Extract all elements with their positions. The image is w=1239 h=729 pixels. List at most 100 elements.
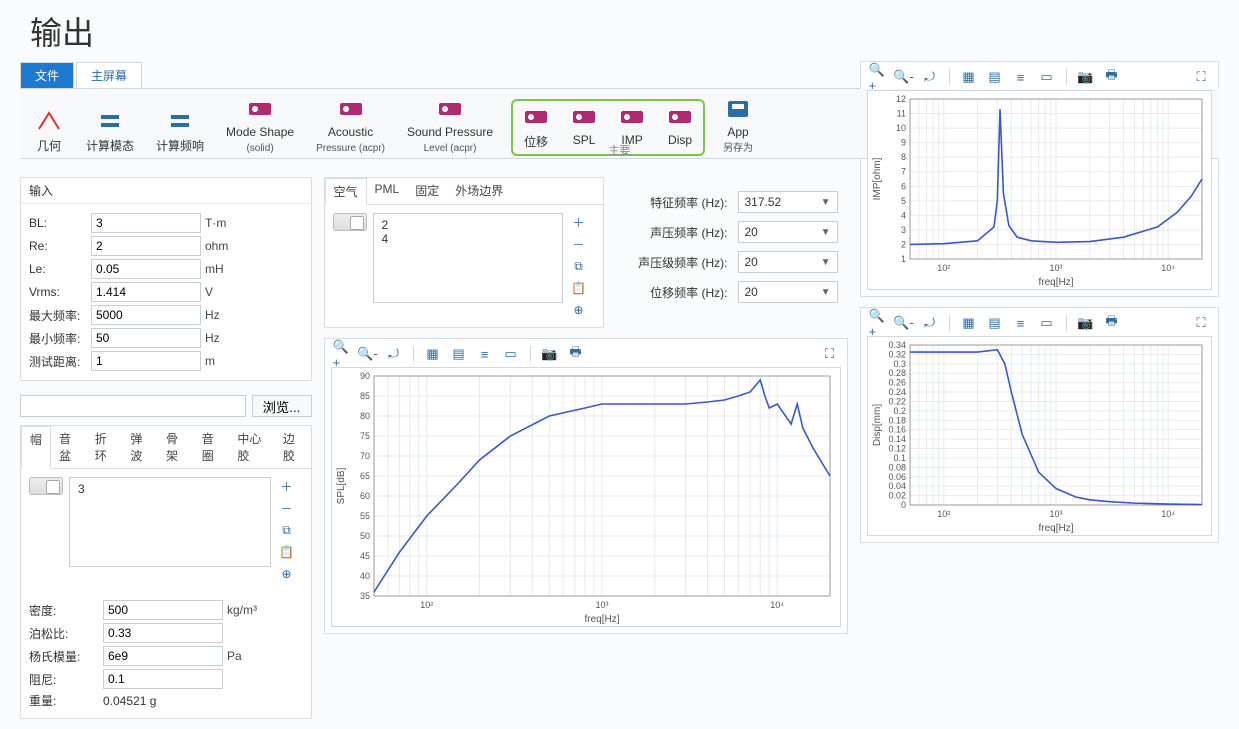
svg-text:2: 2 (900, 239, 905, 249)
input-panel-title: 输入 (21, 178, 311, 204)
input-unit: T·m (205, 216, 245, 230)
svg-text:10³: 10³ (595, 600, 608, 610)
svg-text:1: 1 (900, 254, 905, 264)
svg-text:Disp[mm]: Disp[mm] (872, 404, 883, 446)
copy-icon[interactable]: ⧉ (569, 257, 589, 275)
input-field[interactable] (91, 259, 201, 279)
material-tab[interactable]: 骨架 (158, 426, 194, 468)
tab-home[interactable]: 主屏幕 (76, 62, 142, 88)
prop-field[interactable] (103, 646, 223, 666)
input-field[interactable] (91, 351, 201, 371)
domain-tab[interactable]: 固定 (407, 178, 447, 204)
material-tab[interactable]: 中心胶 (229, 426, 274, 468)
input-row: Le: mH (29, 259, 303, 279)
freq-dropdown[interactable]: 317.52 ▼ (738, 191, 838, 213)
input-field[interactable] (91, 328, 201, 348)
browse-path-input[interactable] (20, 395, 246, 417)
input-row: Vrms: V (29, 282, 303, 302)
chart-view-icon[interactable]: ▤ (986, 68, 1004, 86)
remove-icon[interactable]: － (569, 235, 589, 253)
expand-icon[interactable]: ⛶ (821, 345, 839, 363)
add-icon[interactable]: ＋ (569, 213, 589, 231)
material-selection-list[interactable]: 3 (69, 477, 271, 567)
zoom-reset-icon[interactable]: ⤾ (921, 314, 939, 332)
material-tab[interactable]: 帽 (21, 426, 51, 469)
expand-icon[interactable]: ⛶ (1192, 314, 1210, 332)
svg-text:0.22: 0.22 (888, 396, 906, 406)
print-icon[interactable]: 🖶 (1103, 68, 1121, 86)
camera-icon[interactable]: 📷 (1077, 68, 1095, 86)
disp-plot-panel: 🔍+🔍-⤾▦▤≡▭📷🖶⛶ 00.020.040.060.080.10.120.1… (860, 307, 1220, 543)
list-item[interactable]: 2 (382, 218, 554, 232)
table-view-icon[interactable]: ▭ (502, 345, 520, 363)
material-tab[interactable]: 弹波 (122, 426, 158, 468)
zoom-in-icon[interactable]: 🔍+ (869, 314, 887, 332)
svg-text:0.32: 0.32 (888, 349, 906, 359)
list-view-icon[interactable]: ≡ (476, 345, 494, 363)
freq-value: 317.52 (745, 195, 782, 209)
zoom-out-icon[interactable]: 🔍- (895, 314, 913, 332)
svg-text:0.24: 0.24 (888, 387, 906, 397)
zoom-out-icon[interactable]: 🔍- (895, 68, 913, 86)
table-view-icon[interactable]: ▭ (1038, 314, 1056, 332)
freq-dropdown[interactable]: 20 ▼ (738, 281, 838, 303)
input-field[interactable] (91, 305, 201, 325)
zoom-reset-icon[interactable]: ⤾ (921, 68, 939, 86)
svg-text:4: 4 (900, 210, 905, 220)
remove-icon[interactable]: － (277, 499, 297, 517)
prop-field[interactable] (103, 623, 223, 643)
print-icon[interactable]: 🖶 (567, 345, 585, 363)
input-field[interactable] (91, 213, 201, 233)
prop-field[interactable] (103, 600, 223, 620)
chart-view-icon[interactable]: ▤ (450, 345, 468, 363)
expand-icon[interactable]: ⛶ (1192, 68, 1210, 86)
material-tab[interactable]: 边胶 (275, 426, 311, 468)
input-field[interactable] (91, 282, 201, 302)
freq-dropdown[interactable]: 20 ▼ (738, 251, 838, 273)
grid-view-icon[interactable]: ▦ (960, 314, 978, 332)
zoom-in-icon[interactable]: 🔍+ (869, 68, 887, 86)
camera-icon[interactable]: 📷 (1077, 314, 1095, 332)
svg-text:10: 10 (895, 123, 905, 133)
domain-tab[interactable]: PML (367, 178, 408, 204)
list-view-icon[interactable]: ≡ (1012, 68, 1030, 86)
svg-text:0.06: 0.06 (888, 472, 906, 482)
add-icon[interactable]: ＋ (277, 477, 297, 495)
input-field[interactable] (91, 236, 201, 256)
grid-view-icon[interactable]: ▦ (424, 345, 442, 363)
target-icon[interactable]: ⊕ (277, 565, 297, 583)
target-icon[interactable]: ⊕ (569, 301, 589, 319)
freq-dropdown[interactable]: 20 ▼ (738, 221, 838, 243)
result-icon (435, 97, 465, 121)
paste-icon[interactable]: 📋 (277, 543, 297, 561)
toggle-icon[interactable] (29, 477, 63, 495)
material-tab[interactable]: 折环 (87, 426, 123, 468)
zoom-reset-icon[interactable]: ⤾ (385, 345, 403, 363)
table-view-icon[interactable]: ▭ (1038, 68, 1056, 86)
domain-tab[interactable]: 外场边界 (447, 178, 511, 204)
list-view-icon[interactable]: ≡ (1012, 314, 1030, 332)
zoom-out-icon[interactable]: 🔍- (359, 345, 377, 363)
grid-view-icon[interactable]: ▦ (960, 68, 978, 86)
domain-selection-list[interactable]: 24 (373, 213, 563, 303)
camera-icon[interactable]: 📷 (541, 345, 559, 363)
svg-text:0.14: 0.14 (888, 434, 906, 444)
svg-text:3: 3 (900, 225, 905, 235)
svg-text:0.18: 0.18 (888, 415, 906, 425)
prop-field[interactable] (103, 669, 223, 689)
material-tab[interactable]: 音盆 (51, 426, 87, 468)
domain-tab[interactable]: 空气 (325, 178, 367, 205)
paste-icon[interactable]: 📋 (569, 279, 589, 297)
print-icon[interactable]: 🖶 (1103, 314, 1121, 332)
browse-button[interactable]: 浏览... (252, 395, 312, 417)
chart-view-icon[interactable]: ▤ (986, 314, 1004, 332)
copy-icon[interactable]: ⧉ (277, 521, 297, 539)
tab-file[interactable]: 文件 (20, 62, 74, 88)
material-tab[interactable]: 音圈 (194, 426, 230, 468)
zoom-in-icon[interactable]: 🔍+ (333, 345, 351, 363)
list-item[interactable]: 4 (382, 232, 554, 246)
toggle-icon[interactable] (333, 213, 367, 231)
list-item[interactable]: 3 (78, 482, 262, 496)
input-unit: m (205, 354, 245, 368)
svg-text:freq[Hz]: freq[Hz] (584, 614, 619, 625)
